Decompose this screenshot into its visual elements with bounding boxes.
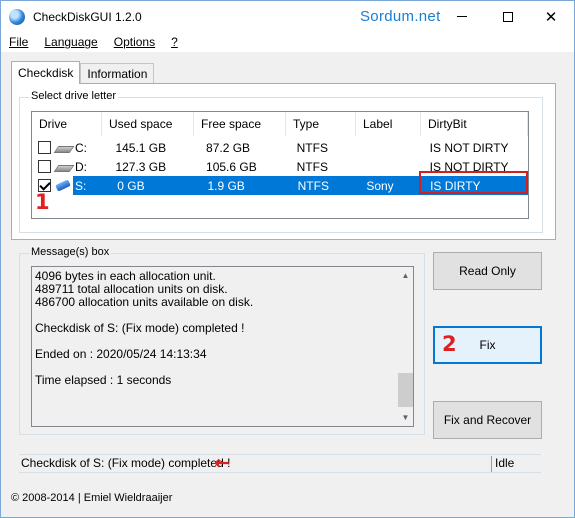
- fix-and-recover-button[interactable]: Fix and Recover: [433, 401, 542, 439]
- scroll-down-icon[interactable]: ▼: [397, 409, 413, 426]
- drive-letter: D:: [75, 159, 87, 174]
- menu-bar: File Language Options ?: [1, 32, 574, 52]
- drive-row-c[interactable]: C: 145.1 GB 87.2 GB NTFS IS NOT DIRTY: [32, 138, 528, 157]
- copyright-text: © 2008-2014 | Emiel Wieldraaijer: [11, 492, 173, 504]
- message-line: 489711 total allocation units on disk.: [35, 282, 228, 296]
- annotation-marker-2: 2: [442, 332, 457, 356]
- scroll-up-icon[interactable]: ▲: [397, 267, 413, 284]
- drive-list-header: Drive Used space Free space Type Label D…: [32, 112, 528, 136]
- window-title: CheckDiskGUI 1.2.0: [33, 9, 142, 24]
- column-label[interactable]: Label: [356, 112, 421, 136]
- status-state: Idle: [495, 456, 515, 470]
- message-box[interactable]: 4096 bytes in each allocation unit. 4897…: [31, 266, 414, 427]
- free-space: 1.9 GB: [200, 176, 291, 195]
- message-line: Checkdisk of S: (Fix mode) completed !: [35, 321, 245, 335]
- fs-type: NTFS: [290, 176, 360, 195]
- used-space: 145.1 GB: [115, 140, 167, 155]
- drive-checkbox[interactable]: [38, 160, 51, 173]
- message-line: Time elapsed : 1 seconds: [35, 373, 172, 387]
- menu-language[interactable]: Language: [36, 35, 105, 49]
- minimize-icon: [457, 16, 467, 17]
- free-space: 87.2 GB: [206, 140, 251, 155]
- tab-checkdisk[interactable]: Checkdisk: [11, 61, 81, 84]
- hdd-icon: [55, 162, 71, 172]
- read-only-button[interactable]: Read Only: [433, 252, 542, 290]
- hdd-icon: [55, 143, 71, 153]
- free-space: 105.6 GB: [206, 159, 257, 174]
- drive-list[interactable]: Drive Used space Free space Type Label D…: [31, 111, 529, 219]
- annotation-arrow-icon: ←: [214, 452, 230, 474]
- minimize-button[interactable]: [439, 1, 485, 32]
- menu-file[interactable]: File: [1, 35, 36, 49]
- watermark-text: Sordum.net: [360, 8, 441, 25]
- close-icon: ✕: [544, 8, 558, 26]
- tab-information[interactable]: Information: [80, 63, 155, 83]
- menu-help[interactable]: ?: [163, 35, 186, 49]
- column-type[interactable]: Type: [286, 112, 356, 136]
- drive-letter: C:: [75, 140, 87, 155]
- message-line: 4096 bytes in each allocation unit.: [35, 269, 216, 283]
- message-line: 486700 allocation units available on dis…: [35, 295, 254, 309]
- tab-strip: Checkdisk Information: [11, 61, 155, 84]
- fs-type: NTFS: [296, 159, 328, 174]
- app-icon: [9, 8, 25, 25]
- close-button[interactable]: ✕: [528, 1, 574, 32]
- volume-label: [359, 138, 423, 157]
- message-scrollbar[interactable]: ▲ ▼: [397, 267, 413, 426]
- column-dirtybit[interactable]: DirtyBit: [421, 112, 528, 136]
- dirty-bit: IS NOT DIRTY: [429, 140, 509, 155]
- usb-drive-icon: [55, 181, 71, 191]
- status-bar: Checkdisk of S: (Fix mode) completed ! I…: [19, 454, 541, 473]
- title-bar[interactable]: CheckDiskGUI 1.2.0 Sordum.net ✕: [1, 1, 574, 32]
- drive-group-label: Select drive letter: [29, 90, 118, 102]
- dirty-highlight-box: [419, 171, 528, 194]
- drive-letter: S:: [73, 176, 111, 195]
- column-free-space[interactable]: Free space: [194, 112, 286, 136]
- maximize-button[interactable]: [485, 1, 531, 32]
- used-space: 0 GB: [110, 176, 201, 195]
- fs-type: NTFS: [296, 140, 328, 155]
- drive-checkbox[interactable]: [38, 141, 51, 154]
- status-message: Checkdisk of S: (Fix mode) completed !: [21, 456, 231, 470]
- volume-label: [359, 157, 423, 176]
- used-space: 127.3 GB: [115, 159, 167, 174]
- scroll-thumb[interactable]: [398, 373, 413, 407]
- column-drive[interactable]: Drive: [32, 112, 102, 136]
- status-divider: [491, 456, 492, 472]
- annotation-marker-1: 1: [35, 190, 50, 214]
- column-used-space[interactable]: Used space: [102, 112, 194, 136]
- menu-options[interactable]: Options: [106, 35, 163, 49]
- volume-label: Sony: [359, 176, 424, 195]
- maximize-icon: [503, 11, 513, 22]
- message-line: Ended on : 2020/05/24 14:13:34: [35, 347, 207, 361]
- app-window: CheckDiskGUI 1.2.0 Sordum.net ✕ File Lan…: [0, 0, 575, 518]
- message-group-label: Message(s) box: [29, 246, 112, 258]
